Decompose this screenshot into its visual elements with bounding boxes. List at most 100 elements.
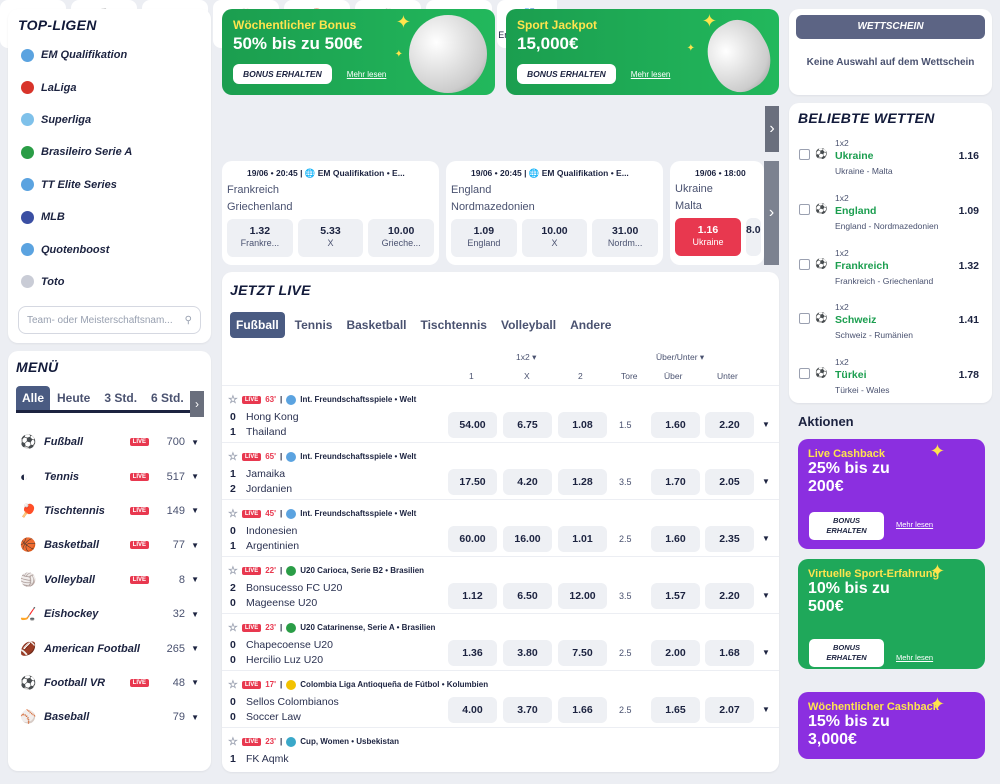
bet-odd[interactable]: 1.09 <box>959 205 979 217</box>
odd-button[interactable]: 2.05 <box>705 469 754 495</box>
odd-button[interactable]: 1.09 England <box>451 219 517 257</box>
sport-item[interactable]: ⚾ Baseball 79 ▼ <box>16 700 203 734</box>
sport-item[interactable]: 🏀 Basketball LIVE 77 ▼ <box>16 528 203 562</box>
live-tab[interactable]: Volleyball <box>497 313 560 337</box>
league-search-input[interactable]: Team- oder Meisterschaftsnam... ⚲ <box>18 306 201 335</box>
more-link[interactable]: Mehr lesen <box>631 70 671 79</box>
odd-button[interactable]: 1.01 <box>558 526 607 552</box>
action-promo-card[interactable]: Virtuelle Sport-Erfahrung 10% bis zu 500€… <box>798 559 985 669</box>
sport-item[interactable]: ⚽ Football VR LIVE 48 ▼ <box>16 666 203 700</box>
league-item[interactable]: Toto <box>18 266 201 298</box>
bet-odd[interactable]: 1.32 <box>959 260 979 272</box>
sport-item[interactable]: 🏐 Volleyball LIVE 8 ▼ <box>16 563 203 597</box>
odd-button[interactable]: 16.00 <box>503 526 552 552</box>
live-match-row[interactable]: ☆ LIVE 45' | Int. Freundschaftsspiele • Welt… <box>222 499 779 556</box>
live-match-row[interactable]: ☆ LIVE 17' | Colombia Liga Antioqueña de Fút… <box>222 670 779 727</box>
bet-checkbox[interactable] <box>799 313 810 325</box>
odd-button[interactable]: 1.16 Ukraine <box>675 218 741 256</box>
live-tab[interactable]: Tennis <box>291 313 337 337</box>
odd-button[interactable]: 6.50 <box>503 583 552 609</box>
bet-team[interactable]: Frankreich <box>835 260 889 272</box>
more-link[interactable]: Mehr lesen <box>896 520 933 529</box>
odd-button[interactable]: 2.20 <box>705 583 754 609</box>
sport-bar-scroll-right-icon[interactable]: › <box>765 106 779 152</box>
bet-odd[interactable]: 1.78 <box>959 369 979 381</box>
live-tab[interactable]: Basketball <box>342 313 410 337</box>
menu-tab[interactable]: Alle <box>16 385 51 410</box>
league-item[interactable]: TT Elite Series <box>18 169 201 201</box>
odd-button[interactable]: 4.20 <box>503 469 552 495</box>
league-item[interactable]: Quotenboost <box>18 233 201 265</box>
odd-button[interactable]: 17.50 <box>448 469 497 495</box>
odd-button[interactable]: 1.66 <box>558 697 607 723</box>
live-tab[interactable]: Andere <box>566 313 615 337</box>
odd-button[interactable]: 12.00 <box>558 583 607 609</box>
odd-button[interactable]: 1.12 <box>448 583 497 609</box>
live-match-row[interactable]: ☆ LIVE 65' | Int. Freundschaftsspiele • Welt… <box>222 442 779 499</box>
menu-tabs-scroll-right-icon[interactable]: › <box>190 391 204 417</box>
star-icon[interactable]: ☆ <box>228 564 238 577</box>
menu-tab[interactable]: 6 Std. <box>144 391 191 405</box>
odd-button[interactable]: 1.60 <box>651 412 700 438</box>
odd-button[interactable]: 1.32 Frankre... <box>227 219 293 257</box>
odd-button[interactable]: 1.68 <box>705 640 754 666</box>
odd-button[interactable]: 2.00 <box>651 640 700 666</box>
menu-tab[interactable]: 3 Std. <box>97 391 144 405</box>
live-tab[interactable]: Tischtennis <box>416 313 490 337</box>
sport-item[interactable]: 🏓 Tischtennis LIVE 149 ▼ <box>16 494 203 528</box>
featured-match-card[interactable]: 19/06 • 18:00 Ukraine Malta 1.16 Ukraine 8.0 <box>670 161 764 265</box>
odd-button[interactable]: 60.00 <box>448 526 497 552</box>
star-icon[interactable]: ☆ <box>228 507 238 520</box>
odd-button[interactable]: 1.36 <box>448 640 497 666</box>
league-item[interactable]: EM Qualifikation <box>18 39 201 71</box>
odd-button[interactable]: 2.35 <box>705 526 754 552</box>
odd-button[interactable]: 3.70 <box>503 697 552 723</box>
promo-sport-jackpot[interactable]: Sport Jackpot 15,000€ BONUS ERHALTEN Meh… <box>506 9 779 95</box>
bet-team[interactable]: Ukraine <box>835 150 874 162</box>
odd-button[interactable]: 7.50 <box>558 640 607 666</box>
odd-button[interactable]: 1.57 <box>651 583 700 609</box>
group-over-under-header[interactable]: Über/Unter ▾ <box>656 352 704 363</box>
chevron-down-icon[interactable]: ▼ <box>185 678 199 687</box>
odd-button[interactable]: 31.00 Nordm... <box>592 219 659 257</box>
odd-button[interactable]: 2.07 <box>705 697 754 723</box>
live-match-row[interactable]: ☆ LIVE 23' | Cup, Women • Usbekistan 1 FK Aqmk <box>222 727 779 784</box>
star-icon[interactable]: ☆ <box>228 621 238 634</box>
bet-checkbox[interactable] <box>799 149 810 160</box>
chevron-down-icon[interactable]: ▼ <box>185 472 199 481</box>
chevron-down-icon[interactable]: ▼ <box>185 713 199 722</box>
league-item[interactable]: Brasileiro Serie A <box>18 136 201 168</box>
league-item[interactable]: LaLiga <box>18 71 201 103</box>
more-link[interactable]: Mehr lesen <box>896 653 933 662</box>
odd-button[interactable]: 10.00 Griechе... <box>368 219 435 257</box>
sport-item[interactable]: ◐ Tennis LIVE 517 ▼ <box>16 459 203 493</box>
bonus-button[interactable]: BONUS ERHALTEN <box>809 512 884 540</box>
action-promo-card[interactable]: Live Cashback 25% bis zu 200€ BONUS ERHALT… <box>798 439 985 549</box>
bet-checkbox[interactable] <box>799 258 810 270</box>
odd-button[interactable]: 1.08 <box>558 412 607 438</box>
bonus-button[interactable]: BONUS ERHALTEN <box>517 64 616 84</box>
chevron-down-icon[interactable]: ▼ <box>762 412 770 438</box>
bet-odd[interactable]: 1.41 <box>959 314 979 326</box>
odd-button[interactable]: 5.33 X <box>297 219 364 257</box>
chevron-down-icon[interactable]: ▼ <box>185 438 199 447</box>
odd-button[interactable]: 2.20 <box>705 412 754 438</box>
league-item[interactable]: MLB <box>18 201 201 233</box>
promo-weekly-bonus[interactable]: Wöchentlicher Bonus 50% bis zu 500€ BONU… <box>222 9 495 95</box>
live-tab[interactable]: Fußball <box>230 312 285 338</box>
bet-team[interactable]: England <box>835 205 876 217</box>
star-icon[interactable]: ☆ <box>228 450 238 463</box>
league-item[interactable]: Superliga <box>18 104 201 136</box>
chevron-down-icon[interactable]: ▼ <box>185 575 199 584</box>
bonus-button[interactable]: BONUS ERHALTEN <box>809 639 884 667</box>
chevron-down-icon[interactable]: ▼ <box>185 506 199 515</box>
featured-match-card[interactable]: 19/06 • 20:45 | 🌐 EM Qualifikation • E..… <box>222 161 439 265</box>
star-icon[interactable]: ☆ <box>228 735 238 748</box>
chevron-down-icon[interactable]: ▼ <box>762 583 770 609</box>
chevron-down-icon[interactable]: ▼ <box>185 610 199 619</box>
chevron-down-icon[interactable]: ▼ <box>185 644 199 653</box>
odd-button[interactable]: 4.00 <box>448 697 497 723</box>
odd-button[interactable]: 3.80 <box>503 640 552 666</box>
bet-checkbox[interactable] <box>799 368 810 380</box>
chevron-down-icon[interactable]: ▼ <box>762 640 770 666</box>
